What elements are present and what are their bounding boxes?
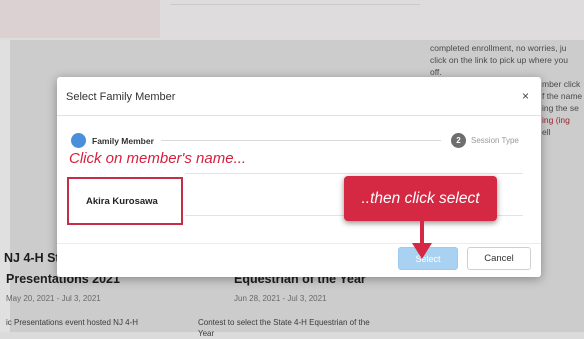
- dialog-title: Select Family Member: [66, 91, 176, 103]
- instruction-callout: ..then click select: [344, 176, 497, 221]
- step-number-icon: 2: [451, 133, 466, 148]
- callout-text: ..then click select: [361, 189, 480, 207]
- close-icon[interactable]: ×: [522, 89, 529, 103]
- stepper-connector: [161, 140, 441, 141]
- stepper-step-1: Family Member: [71, 133, 154, 148]
- member-list-divider: [185, 173, 523, 174]
- step-label: Family Member: [92, 135, 154, 146]
- instruction-annotation: Click on member's name...: [69, 150, 247, 167]
- arrow-down-icon: [412, 221, 432, 259]
- cancel-button[interactable]: Cancel: [467, 247, 531, 270]
- step-active-icon: [71, 133, 86, 148]
- stepper-step-2: 2 Session Type: [451, 133, 519, 148]
- member-name[interactable]: Akira Kurosawa: [86, 196, 158, 207]
- header-divider: [57, 115, 541, 116]
- step-label: Session Type: [471, 136, 519, 145]
- member-option[interactable]: Akira Kurosawa: [67, 177, 183, 225]
- footer-divider: [57, 243, 541, 244]
